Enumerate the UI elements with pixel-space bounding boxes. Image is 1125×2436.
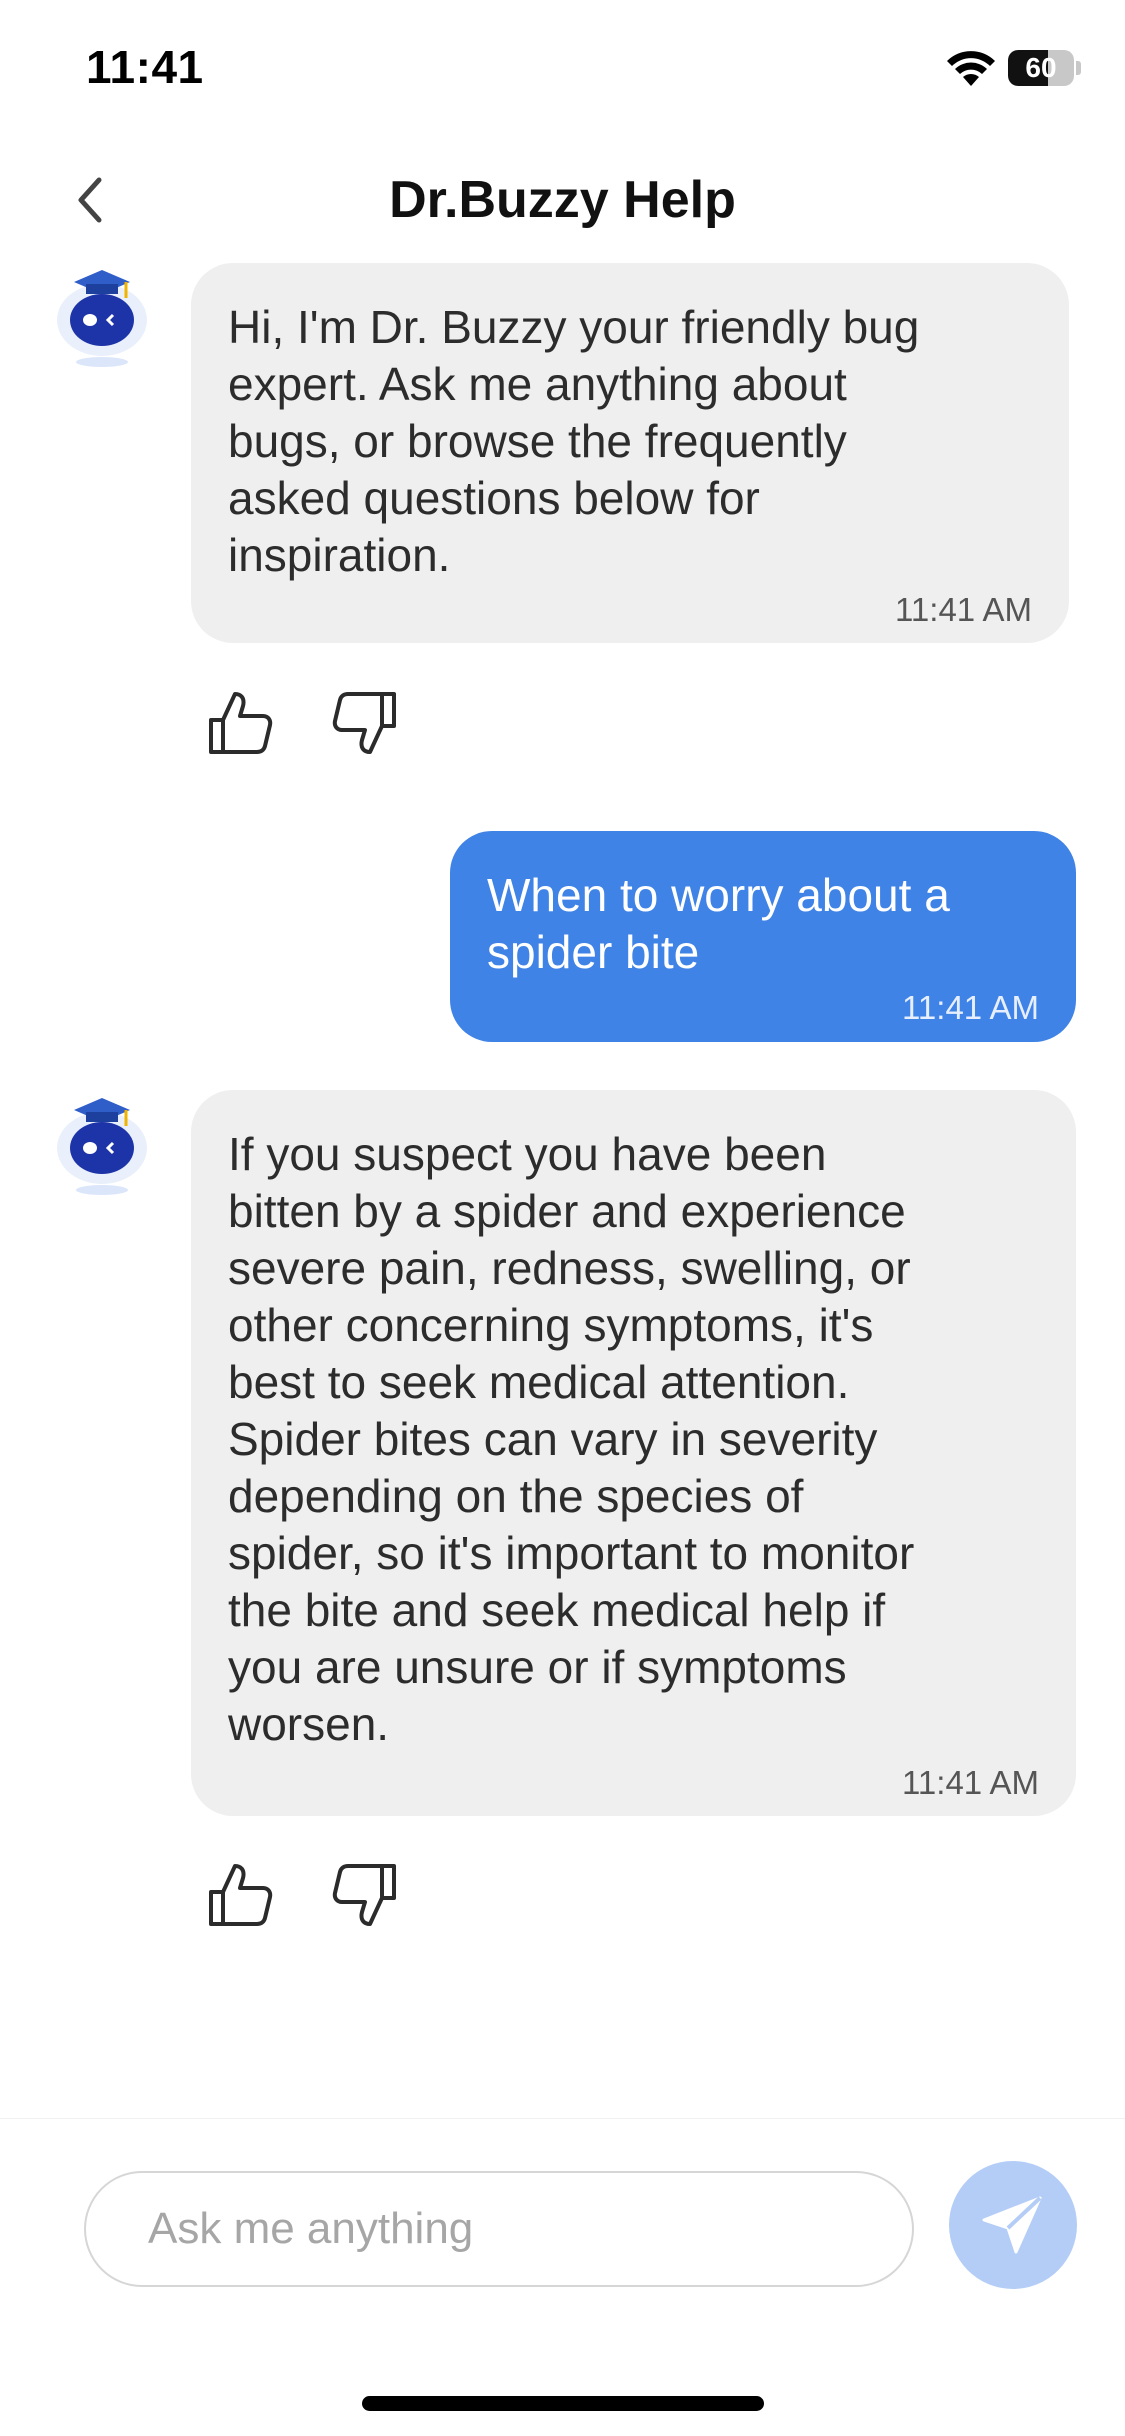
message-text: If you suspect you have been bitten by a… (228, 1128, 915, 1750)
status-bar: 11:41 60 (0, 0, 1125, 140)
bot-avatar (57, 1098, 147, 1195)
wifi-icon (947, 51, 995, 86)
message-time: 11:41 AM (895, 591, 1032, 628)
home-indicator (362, 2396, 764, 2411)
battery-level: 60 (1025, 52, 1057, 83)
status-time: 11:41 (86, 41, 204, 93)
send-icon (982, 2196, 1042, 2254)
nav-bar: Dr.Buzzy Help (0, 150, 1125, 250)
thumbs-down-icon[interactable] (330, 1860, 400, 1930)
send-button[interactable] (949, 2161, 1077, 2289)
user-message-bubble: When to worry about a spider bite 11:41 … (450, 831, 1076, 1042)
thumbs-down-icon[interactable] (330, 688, 400, 758)
message-time: 11:41 AM (902, 1764, 1039, 1801)
bot-message-bubble: If you suspect you have been bitten by a… (191, 1090, 1076, 1816)
bot-message-bubble: Hi, I'm Dr. Buzzy your friendly bug expe… (191, 263, 1069, 643)
battery-indicator: 60 (1008, 50, 1081, 86)
bot-avatar (57, 270, 147, 367)
message-input[interactable] (84, 2171, 914, 2287)
message-text: When to worry about a spider bite (487, 869, 950, 978)
page-title: Dr.Buzzy Help (389, 171, 736, 229)
thumbs-up-icon[interactable] (205, 1860, 275, 1930)
composer (0, 2118, 1125, 2436)
message-time: 11:41 AM (902, 989, 1039, 1026)
message-text: Hi, I'm Dr. Buzzy your friendly bug expe… (228, 301, 920, 581)
thumbs-up-icon[interactable] (205, 688, 275, 758)
